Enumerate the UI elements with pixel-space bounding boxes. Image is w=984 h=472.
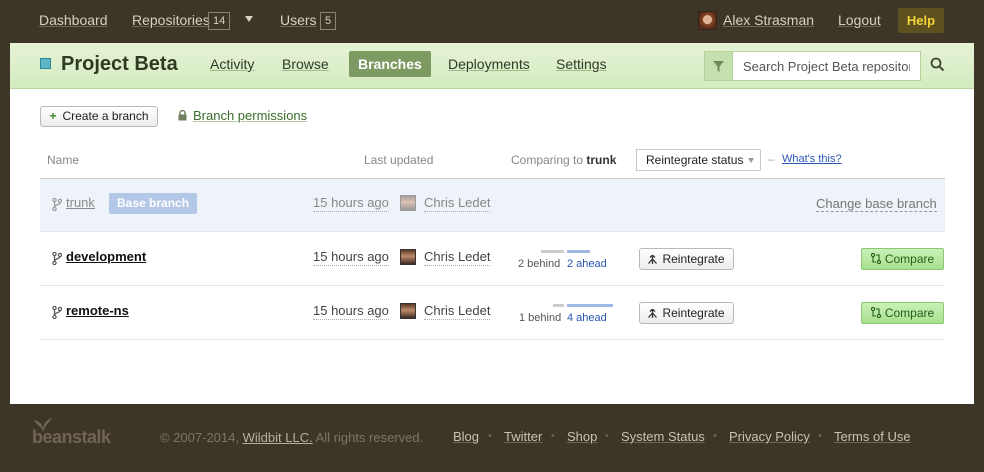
- tab-activity[interactable]: Activity: [210, 56, 254, 72]
- branch-name-link[interactable]: remote-ns: [66, 303, 129, 318]
- column-header-updated: Last updated: [364, 153, 434, 167]
- reintegrate-button[interactable]: Reintegrate: [639, 302, 734, 324]
- author-name: Chris Ledet: [424, 249, 491, 266]
- footer-separator: •: [818, 430, 822, 442]
- ahead-bar: [567, 304, 613, 307]
- compare-icon: [870, 252, 881, 265]
- project-header: Project Beta Activity Browse Branches De…: [10, 43, 974, 89]
- branch-icon: [52, 198, 62, 211]
- footer-link-system-status[interactable]: System Status: [621, 429, 705, 444]
- behind-bar: [541, 250, 564, 253]
- search-icon[interactable]: [930, 57, 945, 72]
- reintegrate-status-value: Reintegrate status: [646, 153, 744, 167]
- separator-dash: –: [768, 152, 775, 166]
- logout-link[interactable]: Logout: [838, 12, 881, 28]
- users-link[interactable]: Users: [280, 12, 317, 28]
- base-branch-badge: Base branch: [109, 193, 198, 214]
- last-updated: 15 hours ago: [313, 303, 389, 320]
- project-title: Project Beta: [61, 53, 178, 75]
- main-panel: Project Beta Activity Browse Branches De…: [10, 43, 974, 404]
- footer-link-shop[interactable]: Shop: [567, 429, 597, 444]
- behind-bar: [552, 304, 564, 307]
- branch-name-link[interactable]: development: [66, 249, 146, 264]
- tab-settings[interactable]: Settings: [556, 56, 607, 72]
- behind-count: 2 behind: [518, 258, 561, 270]
- reintegrate-button[interactable]: Reintegrate: [639, 248, 734, 270]
- whats-this-link[interactable]: What's this?: [782, 153, 842, 165]
- project-color-icon: [40, 58, 51, 69]
- tab-deployments[interactable]: Deployments: [448, 56, 530, 72]
- behind-count: 1 behind: [519, 312, 562, 324]
- lock-icon: [178, 110, 187, 121]
- branch-icon: [52, 306, 62, 319]
- footer-separator: •: [713, 430, 717, 442]
- repositories-link[interactable]: Repositories: [132, 12, 210, 28]
- last-updated: 15 hours ago: [313, 195, 389, 212]
- reintegrate-icon: [648, 308, 658, 318]
- compare-button[interactable]: Compare: [861, 302, 944, 324]
- branch-name-link[interactable]: trunk: [66, 195, 95, 210]
- dashboard-link[interactable]: Dashboard: [39, 12, 108, 28]
- copyright-prefix: © 2007-2014,: [160, 430, 239, 445]
- footer-link-terms-of-use[interactable]: Terms of Use: [834, 429, 911, 444]
- user-name-link[interactable]: Alex Strasman: [723, 12, 814, 28]
- footer-link-twitter[interactable]: Twitter: [504, 429, 542, 444]
- table-row-development: development 15 hours ago Chris Ledet 2 b…: [40, 233, 945, 286]
- author-avatar: [400, 195, 416, 211]
- create-branch-label: Create a branch: [62, 109, 149, 123]
- create-branch-button[interactable]: + Create a branch: [40, 106, 158, 127]
- filter-icon: [713, 61, 724, 72]
- wildbit-link[interactable]: Wildbit LLC.: [243, 430, 313, 445]
- table-row-remote-ns: remote-ns 15 hours ago Chris Ledet 1 beh…: [40, 287, 945, 340]
- ahead-count: 2 ahead: [567, 258, 607, 270]
- comparing-prefix: Comparing to: [511, 153, 584, 167]
- table-row-trunk: trunk Base branch 15 hours ago Chris Led…: [40, 179, 945, 232]
- tab-branches[interactable]: Branches: [349, 51, 431, 77]
- ahead-count: 4 ahead: [567, 312, 607, 324]
- users-count-badge: 5: [320, 12, 337, 30]
- footer-separator: •: [605, 430, 609, 442]
- author-name: Chris Ledet: [424, 303, 491, 320]
- repositories-label: Repositories: [132, 12, 210, 28]
- comparing-branch: trunk: [586, 153, 617, 167]
- author-avatar: [400, 249, 416, 265]
- reintegrate-label: Reintegrate: [662, 306, 725, 320]
- footer-separator: •: [551, 430, 555, 442]
- repositories-dropdown-caret-icon[interactable]: [245, 16, 253, 22]
- column-header-comparing: Comparing to trunk: [511, 153, 616, 167]
- user-avatar[interactable]: [698, 11, 717, 30]
- ahead-bar: [567, 250, 590, 253]
- tab-browse[interactable]: Browse: [282, 56, 329, 72]
- branch-permissions-label: Branch permissions: [193, 108, 308, 123]
- beanstalk-logo-text: beanstalk: [32, 427, 111, 447]
- footer-link-privacy-policy[interactable]: Privacy Policy: [729, 429, 810, 444]
- copyright-suffix: All rights reserved.: [315, 430, 424, 445]
- reintegrate-status-select[interactable]: Reintegrate status: [636, 149, 761, 171]
- compare-label: Compare: [884, 252, 935, 266]
- plus-icon: +: [49, 109, 57, 123]
- reintegrate-label: Reintegrate: [662, 252, 725, 266]
- footer-separator: •: [488, 430, 492, 442]
- help-button[interactable]: Help: [898, 8, 944, 33]
- last-updated: 15 hours ago: [313, 249, 389, 266]
- branch-permissions-link[interactable]: Branch permissions: [178, 108, 307, 123]
- search-input[interactable]: [732, 51, 921, 81]
- top-bar: Dashboard Repositories 14 Users 5 Alex S…: [0, 0, 984, 42]
- footer-link-blog[interactable]: Blog: [453, 429, 479, 444]
- reintegrate-icon: [648, 254, 658, 264]
- author-name: Chris Ledet: [424, 195, 491, 212]
- copyright: © 2007-2014, Wildbit LLC. All rights res…: [160, 430, 423, 445]
- compare-label: Compare: [884, 306, 935, 320]
- search-filter-button[interactable]: [704, 51, 732, 81]
- author-avatar: [400, 303, 416, 319]
- change-base-branch-link[interactable]: Change base branch: [816, 196, 937, 212]
- repositories-count-badge: 14: [208, 12, 231, 30]
- chevron-down-icon: [748, 158, 754, 163]
- branch-icon: [52, 252, 62, 265]
- compare-button[interactable]: Compare: [861, 248, 944, 270]
- compare-icon: [870, 306, 881, 319]
- column-header-name: Name: [47, 153, 80, 167]
